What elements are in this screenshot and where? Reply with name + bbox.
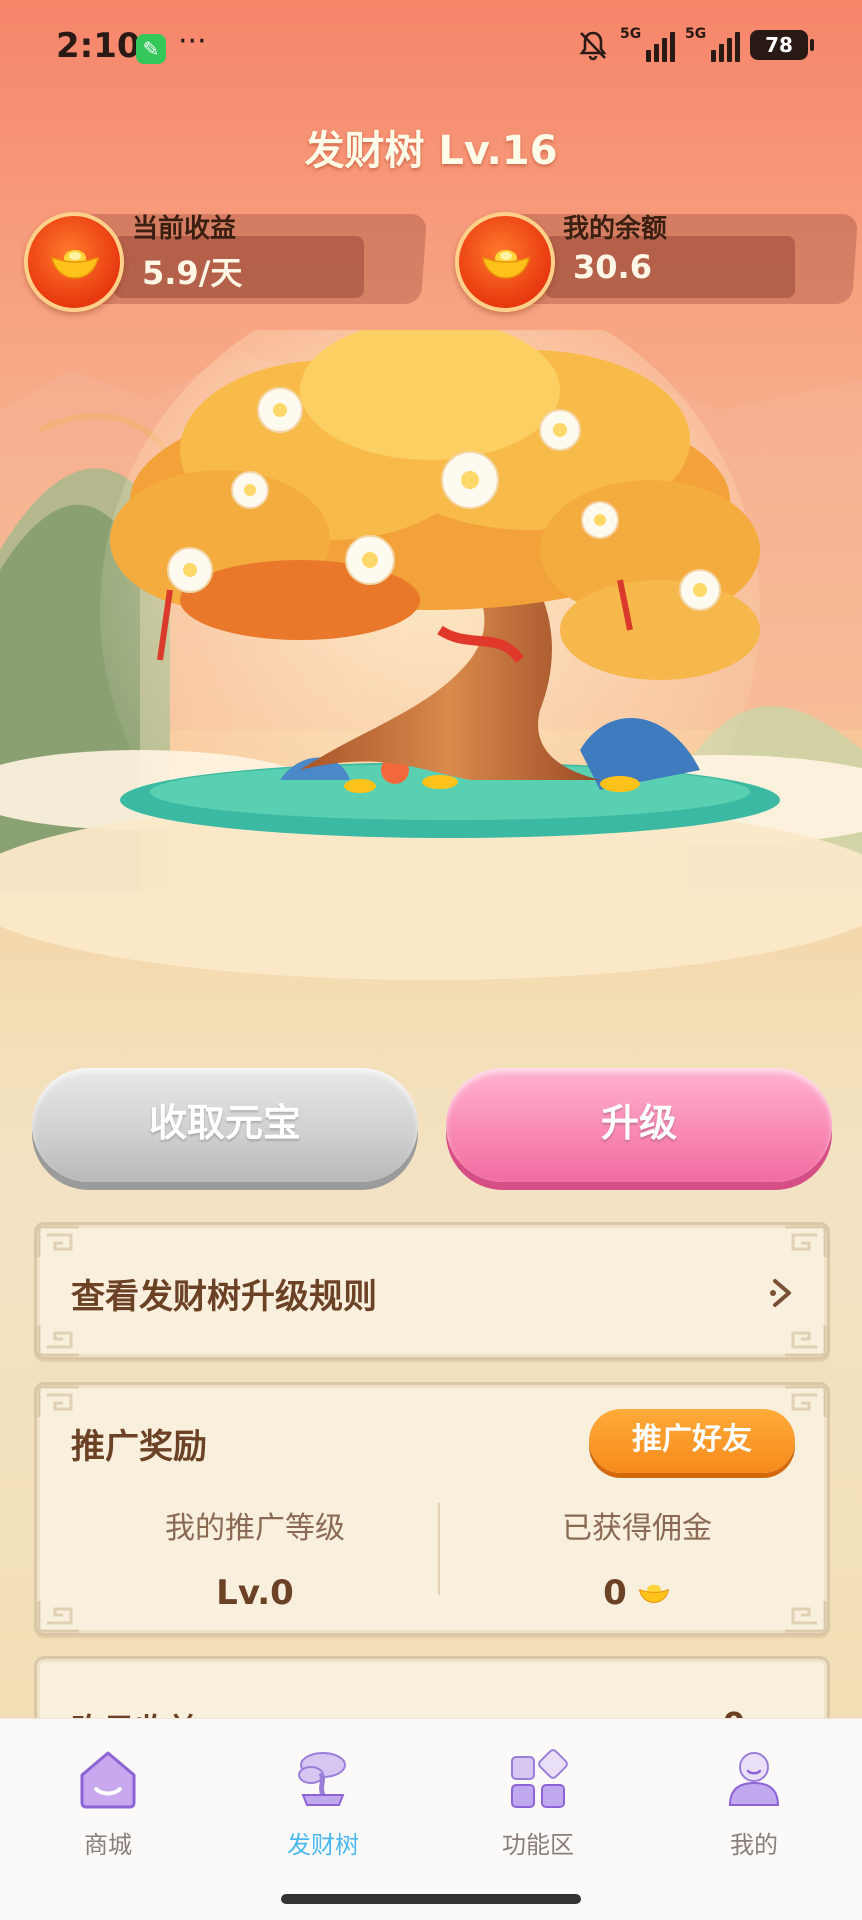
upgrade-rules-label: 查看发财树升级规则 — [71, 1277, 377, 1317]
nav-label-functions: 功能区 — [502, 1831, 574, 1859]
collect-ingots-button[interactable]: 收取元宝 — [32, 1068, 418, 1182]
income-value: 5.9/天 — [142, 254, 243, 292]
commission-value: 0 — [603, 1573, 627, 1613]
balance-card: 我的余额 30.6 — [455, 208, 859, 313]
commission-label: 已获得佣金 — [562, 1511, 712, 1546]
promotion-level-stat: 我的推广等级 Lv.0 — [75, 1503, 435, 1613]
wrench-app-icon: ✎ — [136, 34, 166, 64]
promotion-level-value: Lv.0 — [216, 1573, 294, 1613]
cellular-signal-icon: 5G — [620, 26, 675, 62]
battery-icon: 78 — [750, 30, 814, 60]
current-income-card: 当前收益 5.9/天 — [24, 208, 428, 313]
money-tree-scene[interactable] — [0, 330, 862, 1030]
nav-item-shop[interactable]: 商城 — [38, 1747, 178, 1860]
chevron-right-icon — [770, 1279, 791, 1307]
corner-pattern-icon — [785, 1325, 827, 1357]
money-tree-illustration[interactable] — [0, 330, 862, 1030]
bottom-navigation: 商城 发财树 功能区 我的 — [0, 1718, 862, 1920]
gold-ingot-badge — [24, 212, 124, 312]
balance-label: 我的余额 — [563, 214, 668, 244]
balance-value: 30.6 — [573, 248, 652, 286]
nav-label-money-tree: 发财树 — [287, 1831, 359, 1859]
page-title: 发财树 Lv.16 — [304, 128, 558, 174]
promotion-rewards-card: 推广奖励 推广好友 我的推广等级 Lv.0 已获得佣金 0 — [34, 1382, 830, 1636]
promotion-level-label: 我的推广等级 — [165, 1511, 345, 1546]
status-bar: 2:10 ✎ ··· 5G 5G 78 — [0, 0, 862, 100]
nav-item-profile[interactable]: 我的 — [684, 1747, 824, 1860]
promotion-title: 推广奖励 — [71, 1427, 207, 1467]
bell-muted-icon — [579, 31, 607, 61]
corner-pattern-icon — [37, 1225, 79, 1257]
commission-stat: 已获得佣金 0 — [457, 1503, 817, 1613]
function-grid-icon — [511, 1749, 568, 1808]
gold-ingot-icon — [638, 1584, 669, 1603]
nav-item-functions[interactable]: 功能区 — [468, 1747, 608, 1860]
gold-ingot-icon — [51, 250, 99, 279]
network-type-label-2: 5G — [685, 26, 707, 42]
income-label: 当前收益 — [132, 214, 237, 244]
home-indicator[interactable] — [281, 1894, 581, 1904]
status-time: 2:10 — [56, 26, 141, 66]
corner-pattern-icon — [785, 1225, 827, 1257]
network-type-label: 5G — [620, 26, 642, 42]
upgrade-button[interactable]: 升级 — [446, 1068, 832, 1182]
nav-label-shop: 商城 — [84, 1831, 132, 1859]
gold-ingot-icon — [482, 250, 530, 279]
status-indicators: 5G 5G 78 — [576, 26, 814, 62]
shop-house-icon — [80, 1751, 136, 1809]
cellular-signal-icon-2: 5G — [685, 26, 740, 62]
nav-item-money-tree[interactable]: 发财树 — [253, 1747, 393, 1860]
gold-ingot-badge — [455, 212, 555, 312]
upgrade-rules-link[interactable]: 查看发财树升级规则 — [34, 1222, 830, 1360]
more-notifications-icon: ··· — [178, 24, 207, 59]
corner-pattern-icon — [37, 1325, 79, 1357]
profile-icon — [728, 1752, 780, 1806]
invite-friends-button[interactable]: 推广好友 — [589, 1409, 795, 1473]
bonsai-tree-icon — [298, 1752, 346, 1806]
divider — [438, 1503, 440, 1595]
nav-label-profile: 我的 — [730, 1831, 778, 1859]
